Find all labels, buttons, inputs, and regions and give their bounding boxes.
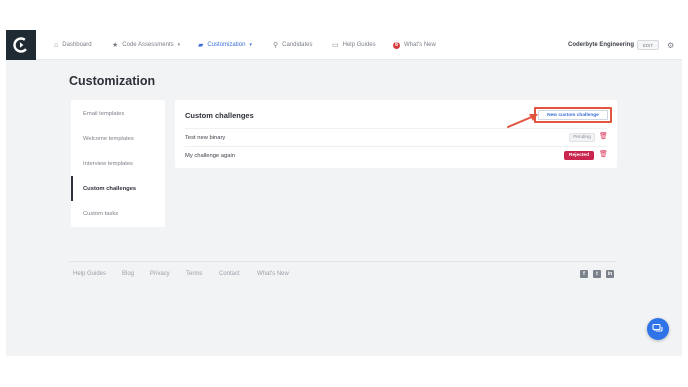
challenge-row[interactable]: Test new binary Pending 🗑 (185, 128, 608, 146)
nav-label: Customization (207, 42, 246, 48)
app-window: ⌂ Dashboard ★ Code Assessments ▾ ▰ Custo… (6, 30, 682, 356)
chat-bubble-icon (652, 323, 663, 332)
challenge-name[interactable]: Test new binary (185, 135, 225, 141)
gear-icon[interactable]: ⚙ (667, 30, 674, 60)
nav-whats-new[interactable]: 8 What's New (393, 30, 436, 60)
card-title: Custom challenges (185, 111, 254, 120)
sidebar-item-custom-tasks[interactable]: Custom tasks (71, 201, 165, 226)
organization-name[interactable]: Coderbyte Engineering (568, 30, 634, 60)
trash-icon[interactable]: 🗑 (599, 150, 608, 158)
nav-dashboard[interactable]: ⌂ Dashboard (54, 30, 92, 60)
customization-sidebar: Email templates Welcome templates Interv… (71, 100, 165, 227)
search-icon: ⚲ (273, 41, 279, 49)
status-badge: Pending (569, 133, 595, 142)
notification-badge: 8 (393, 41, 400, 49)
chevron-down-icon: ▾ (177, 42, 181, 48)
new-custom-challenge-button[interactable]: New custom challenge (538, 110, 608, 120)
nav-customization[interactable]: ▰ Customization ▾ (198, 30, 252, 60)
nav-candidates[interactable]: ⚲ Candidates (273, 30, 313, 60)
footer-link-privacy[interactable]: Privacy (150, 271, 170, 277)
sidebar-item-welcome-templates[interactable]: Welcome templates (71, 126, 165, 151)
nav-label: What's New (404, 42, 436, 48)
footer-link-help-guides[interactable]: Help Guides (73, 271, 106, 277)
sidebar-item-email-templates[interactable]: Email templates (71, 101, 165, 126)
nav-help-guides[interactable]: ▭ Help Guides (332, 30, 376, 60)
page-title: Customization (69, 74, 156, 88)
book-icon: ▭ (332, 41, 339, 49)
chat-icon: ▰ (198, 41, 204, 49)
custom-challenges-card: Custom challenges New custom challenge T… (175, 100, 617, 168)
challenge-name[interactable]: My challenge again (185, 153, 235, 159)
star-icon: ★ (112, 41, 119, 49)
nav-label: Dashboard (62, 42, 92, 48)
nav-label: Candidates (282, 42, 313, 48)
status-badge: Rejected (564, 151, 594, 160)
challenge-row[interactable]: My challenge again Rejected 🗑 (185, 146, 608, 164)
org-badge[interactable]: EDIT (637, 40, 659, 50)
chat-button[interactable] (647, 318, 669, 340)
footer-link-terms[interactable]: Terms (186, 271, 202, 277)
footer-divider (69, 261, 617, 262)
top-navigation: ⌂ Dashboard ★ Code Assessments ▾ ▰ Custo… (6, 30, 682, 60)
footer-link-contact[interactable]: Contact (219, 271, 240, 277)
sidebar-item-custom-challenges[interactable]: Custom challenges (71, 176, 165, 201)
chevron-down-icon: ▾ (249, 42, 252, 48)
nav-code-assessments[interactable]: ★ Code Assessments ▾ (112, 30, 180, 60)
twitter-icon[interactable]: t (593, 270, 601, 278)
coderbyte-logo[interactable] (6, 30, 36, 60)
footer-link-blog[interactable]: Blog (122, 271, 134, 277)
linkedin-icon[interactable]: in (606, 270, 614, 278)
footer-link-whats-new[interactable]: What's New (257, 271, 289, 277)
nav-label: Help Guides (342, 42, 376, 48)
sidebar-item-interview-templates[interactable]: Interview templates (71, 151, 165, 176)
home-icon: ⌂ (54, 41, 59, 49)
trash-icon[interactable]: 🗑 (599, 132, 608, 140)
nav-label: Code Assessments (122, 42, 174, 48)
facebook-icon[interactable]: f (580, 270, 588, 278)
